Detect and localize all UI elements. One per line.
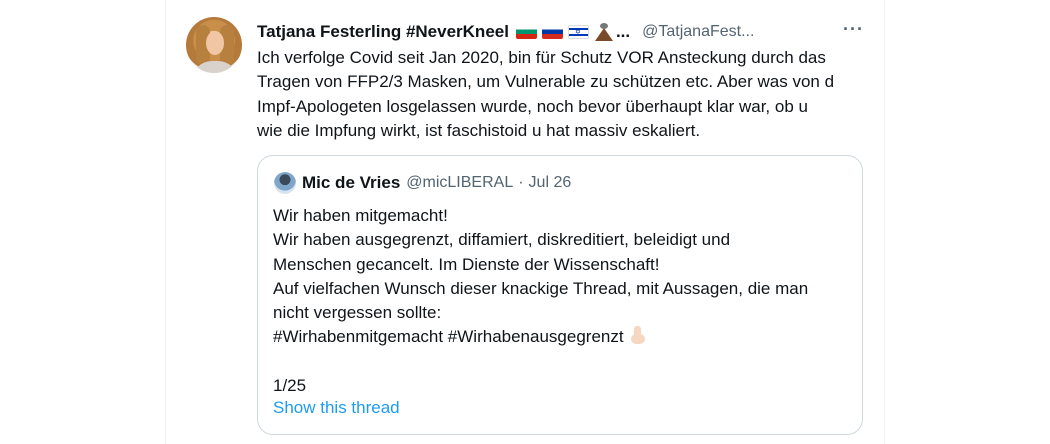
tweet-text-line: Ich verfolge Covid seit Jan 2020, bin fü… xyxy=(257,48,826,67)
show-thread-link[interactable]: Show this thread xyxy=(273,398,400,418)
quoted-text-line: Wir haben ausgegrenzt, diffamiert, diskr… xyxy=(273,230,731,250)
quoted-tweet-date: Jul 26 xyxy=(528,174,572,191)
quoted-tweet-text: Wir haben mitgemacht! Wir haben ausgegre… xyxy=(273,204,858,398)
quoted-tweet-header: Mic de Vries @micLIBERAL · Jul 26 xyxy=(302,172,571,194)
bulgaria-flag-icon xyxy=(515,25,537,39)
quoted-text-line: 1/25 xyxy=(273,376,307,396)
israel-flag-icon: ✡ xyxy=(567,25,589,39)
tweet-text-line: Tragen von FFP2/3 Masken, um Vulnerable … xyxy=(257,72,835,92)
tweet-text-line: wie die Impfung wirkt, ist faschistoid u… xyxy=(257,120,701,140)
more-options-icon[interactable]: ··· xyxy=(843,20,863,44)
tweet-header: Tatjana Festerling #NeverKneel ✡ ... @Ta… xyxy=(257,20,754,44)
quoted-tweet-card[interactable]: Mic de Vries @micLIBERAL · Jul 26 Wir ha… xyxy=(257,155,863,435)
author-avatar[interactable] xyxy=(186,17,242,73)
name-emoji-flags: ✡ xyxy=(515,23,614,41)
timeline-border-right xyxy=(884,0,885,444)
hashtags[interactable]: #Wirhabenmitgemacht #Wirhabenausgegrenzt xyxy=(273,327,624,346)
quoted-author-name: Mic de Vries xyxy=(302,173,401,192)
quoted-text-line: Wir haben mitgemacht! xyxy=(273,206,448,225)
quoted-text-line: nicht vergessen sollte: xyxy=(273,303,442,323)
russia-flag-icon xyxy=(541,25,563,39)
author-display-name[interactable]: Tatjana Festerling #NeverKneel xyxy=(257,22,509,42)
pointing-down-hand-icon xyxy=(630,326,648,346)
quoted-text-line: Menschen gecancelt. Im Dienste der Wisse… xyxy=(273,254,660,274)
timeline-border-left xyxy=(165,0,166,444)
tweet-text-line: Impf-Apologeten losgelassen wurde, noch … xyxy=(257,96,808,116)
quoted-text-line: Auf vielfachen Wunsch dieser knackige Th… xyxy=(273,278,809,298)
separator-dot: · xyxy=(518,174,524,191)
quoted-author-avatar xyxy=(274,172,296,194)
quoted-text-line xyxy=(273,350,858,374)
author-handle[interactable]: @TatjanaFest... xyxy=(642,23,754,41)
name-truncation: ... xyxy=(615,22,631,41)
tweet-text: Ich verfolge Covid seit Jan 2020, bin fü… xyxy=(257,46,865,143)
quoted-text-line-hashtags: #Wirhabenmitgemacht #Wirhabenausgegrenzt xyxy=(273,325,858,349)
volcano-icon xyxy=(594,23,614,41)
quoted-author-handle: @micLIBERAL xyxy=(406,174,514,191)
